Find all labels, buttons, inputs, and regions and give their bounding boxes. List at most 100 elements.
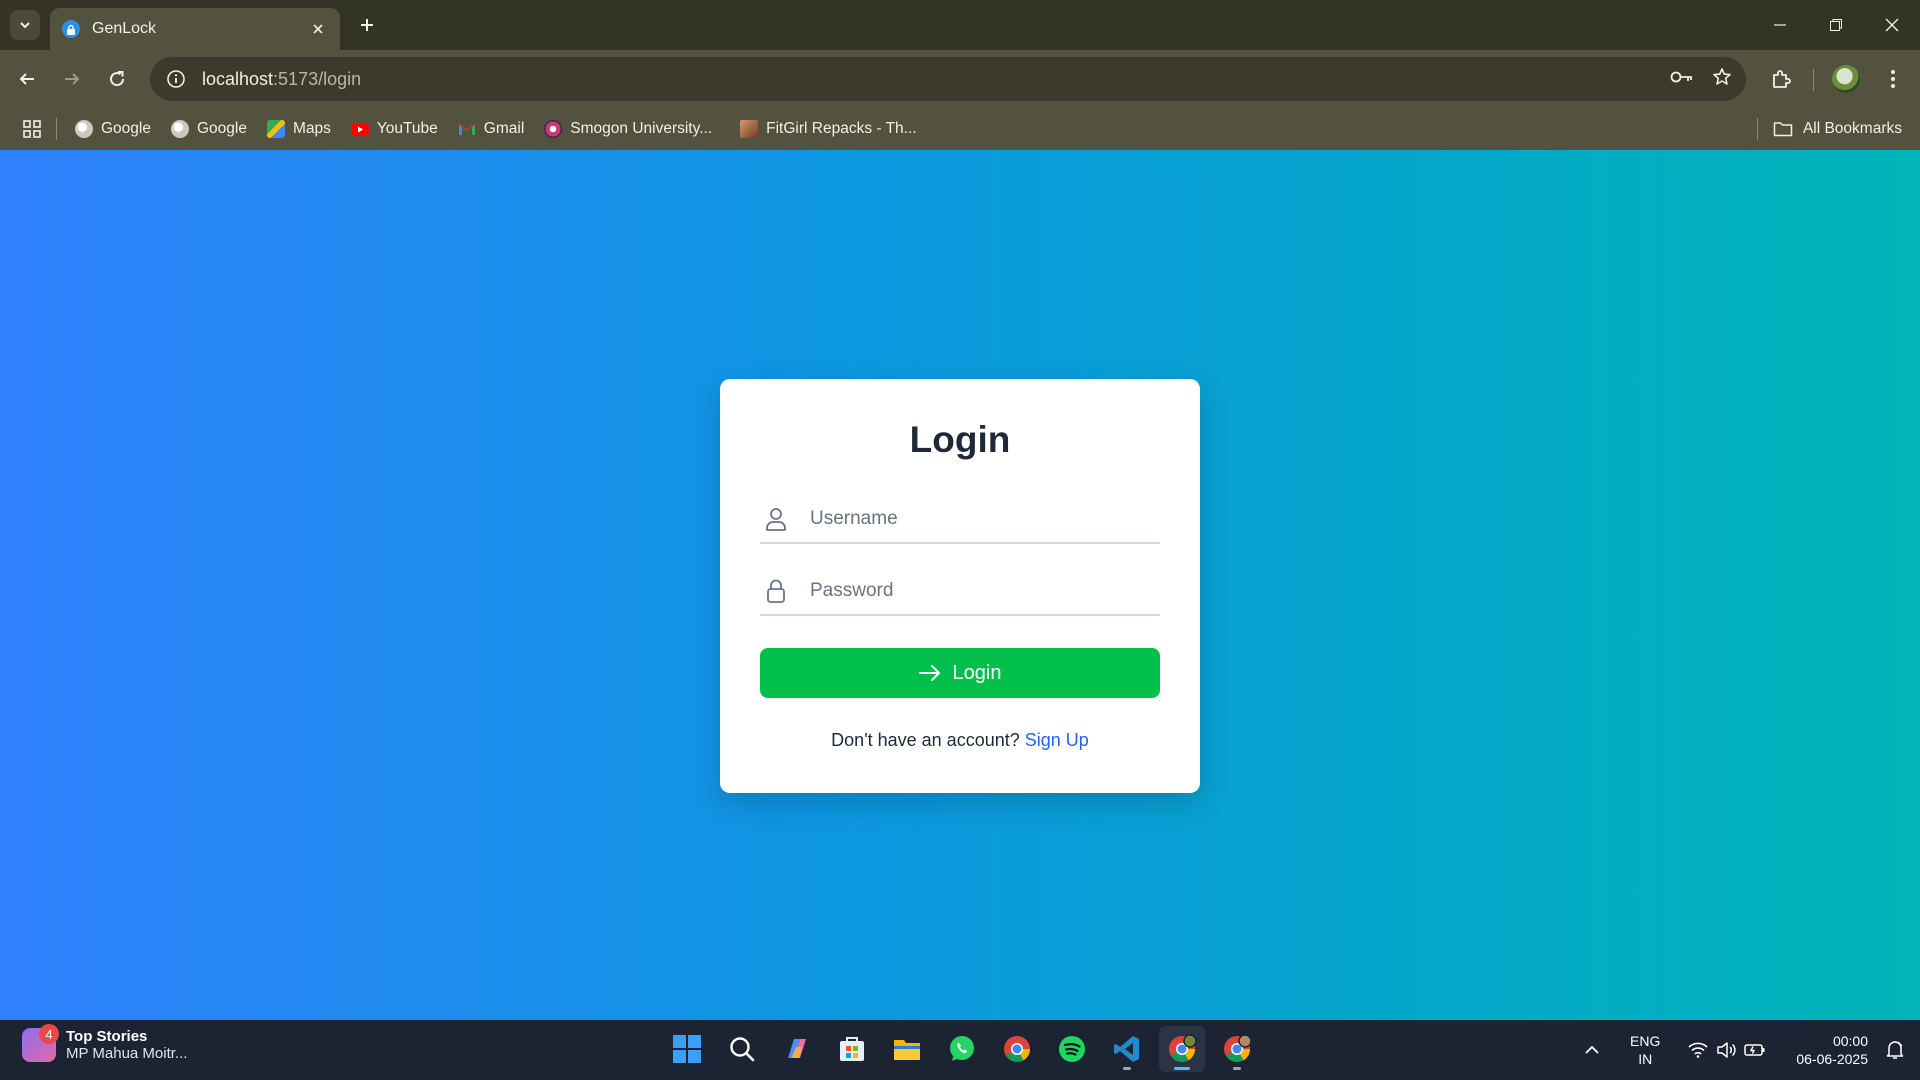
avatar: [1832, 65, 1860, 93]
password-key-icon[interactable]: [1670, 69, 1694, 90]
spotify-icon: [1059, 1036, 1085, 1062]
globe-icon: [75, 120, 93, 138]
clock[interactable]: 00:00 06-06-2025: [1796, 1032, 1868, 1068]
taskbar-copilot[interactable]: [774, 1026, 820, 1072]
chrome-icon: [1004, 1036, 1031, 1062]
taskbar-search-button[interactable]: [719, 1026, 765, 1072]
new-tab-button[interactable]: [354, 12, 380, 38]
arrow-left-icon: [19, 73, 34, 85]
all-bookmarks-button[interactable]: All Bookmarks: [1773, 108, 1902, 150]
lock-favicon-icon: [62, 20, 80, 38]
volume-icon[interactable]: [1716, 1041, 1737, 1059]
close-window-button[interactable]: [1864, 0, 1920, 50]
battery-icon[interactable]: [1744, 1043, 1766, 1057]
clock-date: 06-06-2025: [1796, 1051, 1868, 1067]
extensions-button[interactable]: [1766, 64, 1796, 94]
close-tab-icon[interactable]: [308, 19, 328, 39]
bookmark-google-2[interactable]: Google: [170, 120, 247, 138]
bookmark-label: Maps: [292, 120, 331, 137]
username-field: [760, 496, 1160, 544]
start-button[interactable]: [664, 1026, 710, 1072]
news-title: Top Stories: [66, 1028, 148, 1045]
password-input[interactable]: [810, 571, 1160, 611]
bookmark-youtube[interactable]: YouTube: [350, 120, 438, 138]
window-controls: [1752, 0, 1920, 50]
notifications-icon[interactable]: [1886, 1040, 1904, 1060]
wifi-icon[interactable]: [1688, 1042, 1708, 1058]
chevron-up-icon: [1585, 1045, 1599, 1054]
input-language[interactable]: ENG IN: [1630, 1032, 1660, 1068]
taskbar-file-explorer[interactable]: [884, 1026, 930, 1072]
username-input[interactable]: [810, 499, 1160, 539]
tab-title: GenLock: [92, 20, 157, 37]
bookmark-label: Google: [101, 120, 151, 137]
bookmarks-bar: Google Google Maps YouTube Gmail Smogon …: [0, 108, 1920, 150]
lock-icon: [762, 577, 790, 605]
login-button[interactable]: Login: [760, 648, 1160, 698]
folder-icon: [894, 1040, 920, 1060]
forward-button[interactable]: [57, 64, 87, 94]
whatsapp-icon: [950, 1036, 974, 1061]
vscode-icon: [1114, 1036, 1139, 1062]
login-heading: Login: [909, 419, 1011, 460]
browser-tab-genlock[interactable]: GenLock: [50, 8, 340, 50]
taskbar-spotify[interactable]: [1049, 1026, 1095, 1072]
page-viewport: Login Login Don't have an account? Sign …: [0, 150, 1920, 1020]
chrome-icon: [1224, 1034, 1252, 1062]
arrow-right-icon: [918, 665, 940, 681]
show-hidden-icons-button[interactable]: [1584, 1045, 1600, 1055]
address-bar[interactable]: localhost:5173/login: [150, 57, 1746, 101]
signup-prompt-text: Don't have an account?: [831, 730, 1020, 750]
taskbar-apps: [664, 1026, 1260, 1072]
restore-button[interactable]: [1808, 0, 1864, 50]
login-button-label: Login: [952, 661, 1002, 684]
chrome-icon: [1169, 1034, 1197, 1062]
search-icon: [730, 1037, 755, 1062]
bookmark-gmail[interactable]: Gmail: [458, 120, 524, 138]
lang-line1: ENG: [1630, 1033, 1661, 1049]
browser-menu-button[interactable]: [1878, 64, 1908, 94]
password-field: [760, 568, 1160, 616]
youtube-icon: [350, 122, 369, 136]
bookmark-smogon[interactable]: Smogon University...: [544, 120, 712, 138]
taskbar-chrome-profile-2[interactable]: [1214, 1026, 1260, 1072]
apps-grid-icon[interactable]: [22, 119, 42, 139]
taskbar-whatsapp[interactable]: [939, 1026, 985, 1072]
profile-button[interactable]: [1831, 64, 1861, 94]
arrow-right-icon: [65, 73, 80, 85]
bookmark-label: Gmail: [483, 120, 525, 137]
url-text: localhost:5173/login: [202, 69, 361, 90]
puzzle-icon: [1773, 70, 1791, 88]
tab-search-button[interactable]: [10, 10, 40, 40]
weather-news-icon: 4: [22, 1024, 59, 1062]
folder-icon: [1773, 122, 1793, 137]
system-tray: ENG IN 00:00 06-06-2025: [1584, 1020, 1920, 1080]
windows-taskbar: 4 Top Stories MP Mahua Moitr... ENG IN 0…: [0, 1020, 1920, 1080]
news-count-badge: 4: [39, 1024, 59, 1044]
signup-link[interactable]: Sign Up: [1025, 730, 1089, 750]
bookmark-google-1[interactable]: Google: [75, 120, 151, 138]
bookmark-maps[interactable]: Maps: [266, 120, 331, 138]
bookmark-fitgirl[interactable]: FitGirl Repacks - Th...: [740, 120, 917, 138]
taskbar-chrome[interactable]: [994, 1026, 1040, 1072]
taskbar-chrome-profile-active[interactable]: [1159, 1026, 1205, 1072]
bookmark-label: Google: [196, 120, 247, 137]
taskbar-vscode[interactable]: [1104, 1026, 1150, 1072]
taskbar-store[interactable]: [829, 1026, 875, 1072]
bookmark-label: FitGirl Repacks - Th...: [766, 120, 917, 137]
minimize-button[interactable]: [1752, 0, 1808, 50]
site-info-icon[interactable]: [164, 67, 188, 91]
fitgirl-icon: [740, 120, 759, 138]
browser-titlebar: GenLock: [0, 0, 1920, 50]
copilot-icon: [788, 1039, 806, 1058]
browser-toolbar: localhost:5173/login: [0, 50, 1920, 108]
url-path: :5173/login: [273, 68, 362, 89]
globe-icon: [170, 120, 189, 138]
reload-button[interactable]: [102, 64, 132, 94]
back-button[interactable]: [12, 64, 42, 94]
windows-logo-icon: [673, 1035, 701, 1063]
bookmark-label: YouTube: [376, 120, 438, 137]
store-icon: [840, 1037, 864, 1061]
bookmark-star-icon[interactable]: [1712, 67, 1732, 92]
news-widget[interactable]: 4 Top Stories MP Mahua Moitr...: [22, 1024, 187, 1062]
